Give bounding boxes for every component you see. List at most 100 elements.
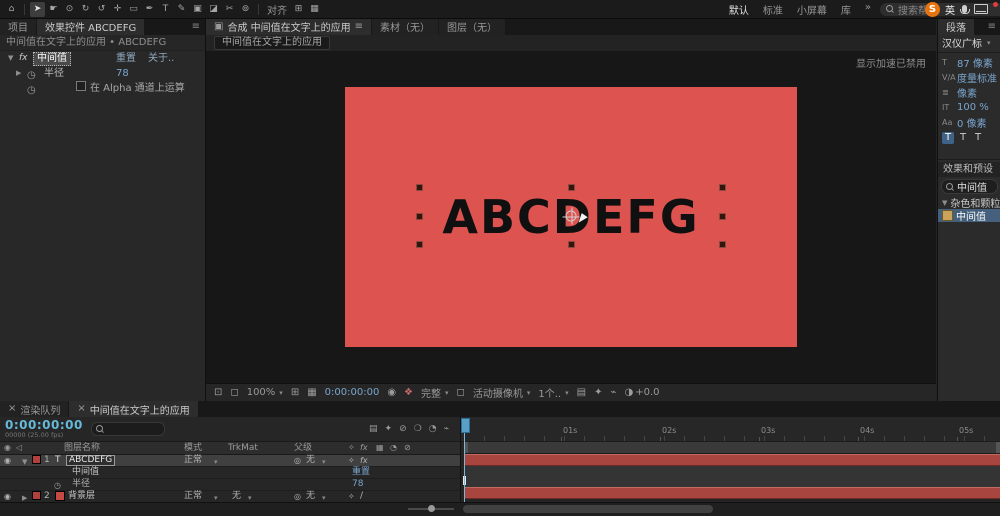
effect-name[interactable]: 中间值 xyxy=(72,467,99,478)
brush-tool-icon[interactable]: ✎ xyxy=(174,2,189,17)
layer-bar-1[interactable] xyxy=(464,454,1000,466)
tab-render-queue[interactable]: × 渲染队列 xyxy=(0,401,69,417)
draft-3d-icon[interactable]: ✦ xyxy=(385,424,393,434)
close-icon[interactable]: × xyxy=(77,404,85,414)
hide-shy-layers-icon[interactable]: ⊘ xyxy=(399,424,407,434)
zoom-slider-knob[interactable] xyxy=(428,505,435,512)
clone-stamp-tool-icon[interactable]: ▣ xyxy=(190,2,205,17)
eye-toggle-icon[interactable]: ◉ xyxy=(4,491,11,502)
baseline-shift-control[interactable]: Aa 0 像素 xyxy=(938,115,1000,130)
label-color-chip[interactable] xyxy=(32,455,41,464)
preview-timecode[interactable]: 0:00:00:00 xyxy=(325,387,380,398)
motion-blur-icon[interactable]: ◔ xyxy=(429,424,437,434)
tracking-control[interactable]: ≣ 像素 xyxy=(938,85,1000,100)
shy-switch-icon[interactable]: ✧ xyxy=(348,455,355,466)
column-trkmat[interactable]: TrkMat xyxy=(228,442,258,454)
parent-pickwhip-icon[interactable]: ◎ xyxy=(294,455,301,466)
keyboard-icon[interactable] xyxy=(974,4,988,14)
panel-menu-icon[interactable]: ≡ xyxy=(187,21,205,32)
blend-mode-select[interactable]: 正常 xyxy=(184,491,202,502)
timeline-search-input[interactable] xyxy=(90,422,165,436)
parent-select[interactable]: 无 xyxy=(306,455,315,466)
resolution-select[interactable]: 完整 ▾ xyxy=(421,385,449,401)
tab-project[interactable]: 项目 xyxy=(0,18,36,35)
tab-paragraph[interactable]: 段落 xyxy=(938,18,974,35)
font-size-control[interactable]: T 87 像素 xyxy=(938,55,1000,70)
workspace-overflow[interactable]: » xyxy=(865,2,871,17)
panel-menu-icon[interactable]: ≡ xyxy=(983,21,1000,32)
roto-brush-tool-icon[interactable]: ✂ xyxy=(222,2,237,17)
parent-select[interactable]: 无 xyxy=(306,491,315,502)
label-color-chip[interactable] xyxy=(32,491,41,500)
effect-row-median[interactable]: 中间值 重置 xyxy=(0,467,460,479)
twirl-closed-icon[interactable]: ▶ xyxy=(16,66,21,81)
snapshot-icon[interactable]: ◉ xyxy=(387,387,396,398)
monitor-icon[interactable]: ◻ xyxy=(230,387,238,398)
composition-nav-chip[interactable]: 中间值在文字上的应用 xyxy=(214,36,330,50)
anchor-point-icon[interactable] xyxy=(562,207,580,225)
panel-menu-icon[interactable]: ≡ xyxy=(355,21,363,32)
workspace-standard[interactable]: 标准 xyxy=(763,2,783,17)
pen-tool-icon[interactable]: ✒ xyxy=(142,2,157,17)
quality-switch-icon[interactable]: / xyxy=(360,491,363,502)
tab-layer[interactable]: 图层（无） xyxy=(439,18,506,35)
comp-mini-flowchart-icon[interactable]: ▤ xyxy=(369,424,378,434)
eye-toggle-icon[interactable]: ◉ xyxy=(4,455,11,466)
preset-item-median[interactable]: 中间值 xyxy=(938,209,1000,223)
playhead-handle[interactable] xyxy=(461,418,470,433)
workspace-small-screen[interactable]: 小屏幕 xyxy=(797,2,827,17)
column-mode[interactable]: 模式 xyxy=(184,442,202,454)
window-icon[interactable]: ⊡ xyxy=(214,387,222,398)
trkmat-select[interactable]: 无 xyxy=(232,491,241,502)
pan-behind-tool-icon[interactable]: ✛ xyxy=(110,2,125,17)
tab-effect-controls[interactable]: 效果控件 ABCDEFG xyxy=(37,18,145,35)
parent-pickwhip-icon[interactable]: ◎ xyxy=(294,491,301,502)
home-icon[interactable]: ⌂ xyxy=(4,2,19,17)
exposure-control[interactable]: ◑ +0.0 xyxy=(624,387,659,398)
tab-footage[interactable]: 素材（无） xyxy=(372,18,439,35)
channels-icon[interactable]: ❖ xyxy=(404,387,413,398)
about-effect-link[interactable]: 关于.. xyxy=(148,51,174,66)
alpha-checkbox[interactable] xyxy=(76,81,86,91)
composition-viewer[interactable]: 显示加速已禁用 ABCDEFG xyxy=(206,52,936,383)
param-value[interactable]: 78 xyxy=(352,479,363,490)
twirl-open-icon[interactable]: ▼ xyxy=(8,51,13,66)
screen-recorder-logo[interactable]: S xyxy=(925,1,940,17)
horizontal-scrollbar[interactable] xyxy=(463,505,713,513)
grid-guides-icon[interactable]: ⊞ xyxy=(291,387,299,398)
vertical-scale-control[interactable]: IT 100 % xyxy=(938,100,1000,115)
time-ruler[interactable]: 01s 02s 03s 04s 05s xyxy=(461,417,1000,443)
stopwatch-icon[interactable]: ◷ xyxy=(27,83,36,98)
work-area-bar[interactable] xyxy=(464,441,1000,454)
kerning-control[interactable]: V∕A 度量标准 xyxy=(938,70,1000,85)
timeline-graph-area[interactable]: 01s 02s 03s 04s 05s xyxy=(460,417,1000,503)
effect-name[interactable]: 中间值 xyxy=(33,52,71,66)
column-parent[interactable]: 父级 xyxy=(294,442,312,454)
frame-blending-icon[interactable]: ❍ xyxy=(414,424,422,434)
stopwatch-icon[interactable]: ◷ xyxy=(54,480,61,491)
faux-italic-button[interactable]: T xyxy=(957,132,969,144)
timeline-button-icon[interactable]: ⌁ xyxy=(610,387,616,398)
close-icon[interactable]: × xyxy=(8,404,16,414)
region-of-interest-icon[interactable]: ◻ xyxy=(457,387,465,398)
fx-icon[interactable]: fx xyxy=(19,51,28,66)
microphone-icon[interactable] xyxy=(960,5,970,14)
align-grid-icon[interactable]: ⊞ xyxy=(291,2,306,17)
tab-composition[interactable]: ▣ 合成 中间值在文字上的应用 ≡ xyxy=(206,18,372,35)
all-caps-button[interactable]: T xyxy=(972,132,984,144)
align-panel-icon[interactable]: ▦ xyxy=(307,2,322,17)
workspace-libraries[interactable]: 库 xyxy=(841,2,851,17)
fast-preview-icon[interactable]: ✦ xyxy=(594,387,602,398)
shy-switch-icon[interactable]: ✧ xyxy=(348,491,355,502)
reset-effect-link[interactable]: 重置 xyxy=(352,467,370,478)
layer-bar-2[interactable] xyxy=(464,487,1000,499)
faux-bold-button[interactable]: T xyxy=(942,131,954,144)
workspace-default[interactable]: 默认 xyxy=(729,2,749,17)
layer-name[interactable]: ABCDEFG xyxy=(66,455,116,466)
column-layer-name[interactable]: 图层名称 xyxy=(64,442,100,454)
zoom-tool-icon[interactable]: ⊙ xyxy=(62,2,77,17)
layer-row-1[interactable]: ◉ ▼ 1 T ABCDEFG 正常 ▾ ◎ 无 ▾ ✧ fx xyxy=(0,455,460,467)
eraser-tool-icon[interactable]: ◪ xyxy=(206,2,221,17)
magnification-select[interactable]: 100% ▾ xyxy=(247,387,283,398)
puppet-pin-tool-icon[interactable]: ⊚ xyxy=(238,2,253,17)
